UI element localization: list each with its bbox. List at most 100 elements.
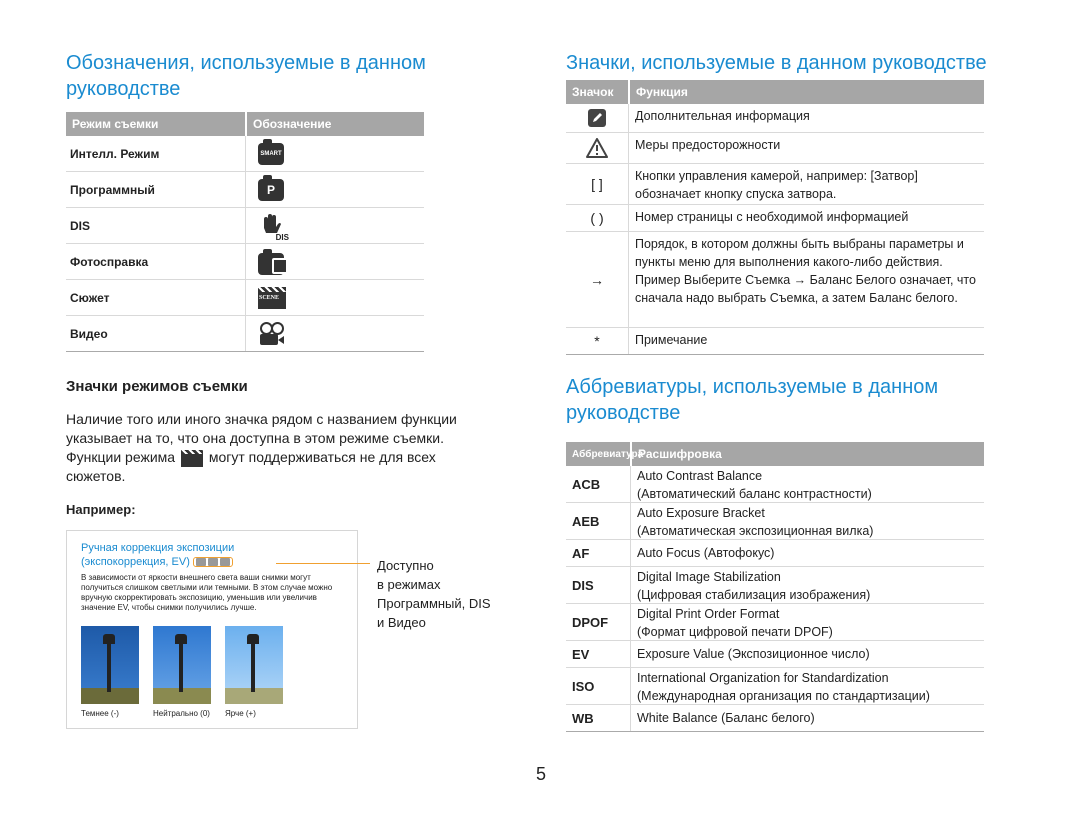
expansion-line: (Автоматический баланс контрастности) xyxy=(637,487,872,501)
column-header-mode: Режим съемки xyxy=(72,117,159,131)
shooting-mode-table: Режим съемки Обозначение Интелл. Режим S… xyxy=(66,112,424,352)
note-pencil-icon xyxy=(588,109,606,127)
table-row: DPOF Digital Print Order Format (Формат ц… xyxy=(566,604,984,641)
mode-label: Сюжет xyxy=(70,290,110,305)
expansion-line: Digital Print Order Format xyxy=(637,607,780,621)
abbreviation: EV xyxy=(572,646,590,662)
table-row: Сюжет SCENE xyxy=(66,280,424,316)
mode-label: DIS xyxy=(70,218,91,233)
expansion-line: Exposure Value (Экспозиционное число) xyxy=(637,647,870,661)
example-heading: (экспокоррекция, EV) xyxy=(81,556,190,568)
table-row: → Порядок, в котором должны быть выбраны… xyxy=(566,232,984,328)
section-subheading: Значки режимов съемки xyxy=(66,378,248,395)
function-text: Примечание xyxy=(628,328,984,354)
abbreviation: DIS xyxy=(572,577,594,593)
callout-text: Доступно в режимах Программный, DIS и Ви… xyxy=(377,556,491,632)
table-header: Аббревиатура Расшифровка xyxy=(566,442,984,466)
scene-mode-icon xyxy=(180,449,203,467)
table-row: ACB Auto Contrast Balance (Автоматический… xyxy=(566,466,984,503)
table-row: * Примечание xyxy=(566,328,984,355)
column-header-function: Функция xyxy=(628,80,984,104)
dis-mode-icon xyxy=(207,558,218,566)
table-row: DIS Digital Image Stabilization (Цифровая… xyxy=(566,567,984,604)
function-text: Номер страницы с необходимой информацией xyxy=(628,205,984,231)
photo-help-icon xyxy=(258,248,288,275)
bright-exposure-photo xyxy=(225,626,283,704)
mode-label: Программный xyxy=(70,182,155,197)
column-header-symbol: Обозначение xyxy=(245,112,424,136)
expansion-line: (Автоматическая экспозиционная вилка) xyxy=(637,524,874,538)
example-body: В зависимости от яркости внешнего света … xyxy=(81,573,333,612)
function-text: Меры предосторожности xyxy=(628,133,984,163)
abbreviation: DPOF xyxy=(572,614,609,630)
table-row: Фотосправка xyxy=(66,244,424,280)
function-text: Порядок, в котором должны быть выбраны п… xyxy=(628,232,984,327)
table-row: ( ) Номер страницы с необходимой информа… xyxy=(566,205,984,232)
expansion-line: (Международная организация по стандартиз… xyxy=(637,689,930,703)
table-row: Программный P xyxy=(66,172,424,208)
dark-exposure-photo xyxy=(81,626,139,704)
callout-line xyxy=(276,563,370,564)
example-label: Например: xyxy=(66,502,136,517)
expansion-line: (Формат цифровой печати DPOF) xyxy=(637,625,833,639)
table-row: EV Exposure Value (Экспозиционное число) xyxy=(566,641,984,668)
abbreviation: ISO xyxy=(572,678,595,694)
mode-label: Фотосправка xyxy=(70,254,149,269)
table-row: ISO International Organization for Stand… xyxy=(566,668,984,705)
column-header-expansion: Расшифровка xyxy=(630,442,984,466)
example-mode-icons xyxy=(192,557,233,567)
function-text: Кнопки управления камерой, например: [За… xyxy=(628,164,984,204)
photo-caption: Темнее (-) xyxy=(81,709,119,718)
abbreviation: WB xyxy=(572,710,594,726)
warning-triangle-icon xyxy=(586,138,608,158)
table-row: DIS DIS xyxy=(66,208,424,244)
page-number: 5 xyxy=(536,764,547,784)
scene-icon-text: SCENE xyxy=(259,294,280,301)
example-page-thumbnail: Ручная коррекция экспозиции (экспокоррек… xyxy=(66,530,358,729)
table-row: WB White Balance (Баланс белого) xyxy=(566,705,984,732)
expansion-line: Auto Contrast Balance xyxy=(637,469,763,483)
expansion-line: Auto Exposure Bracket xyxy=(637,506,765,520)
callout-line-2: в режимах xyxy=(377,577,441,592)
table-row: [ ] Кнопки управления камерой, например:… xyxy=(566,164,984,205)
expansion-line: (Цифровая стабилизация изображения) xyxy=(637,588,871,602)
table-header: Режим съемки Обозначение xyxy=(66,112,424,136)
abbreviation: AEB xyxy=(572,513,600,529)
table-row: AF Auto Focus (Автофокус) xyxy=(566,540,984,567)
abbreviation: AF xyxy=(572,545,590,561)
photo-caption: Нейтрально (0) xyxy=(153,709,210,718)
scene-mode-icon: SCENE xyxy=(258,286,286,309)
callout-line-1: Доступно xyxy=(377,558,434,573)
smart-mode-icon: SMART xyxy=(258,138,284,165)
movie-mode-icon xyxy=(219,558,230,566)
table-header: Значок Функция xyxy=(566,80,984,104)
callout-line-4: и Видео xyxy=(377,615,426,630)
abbreviation: ACB xyxy=(572,476,601,492)
dis-mode-icon: DIS xyxy=(258,213,290,242)
table-row: Меры предосторожности xyxy=(566,133,984,164)
expansion-line: White Balance (Баланс белого) xyxy=(637,711,815,725)
bracket-symbol: [ ] xyxy=(591,176,603,192)
dis-icon-text: DIS xyxy=(274,232,290,242)
icons-table: Значок Функция Дополнительная информация… xyxy=(566,80,984,355)
movie-mode-icon xyxy=(258,321,286,346)
asterisk-symbol: * xyxy=(594,333,600,349)
abbreviations-title: Аббревиатуры, используемые в данном руко… xyxy=(566,376,939,424)
neutral-exposure-photo xyxy=(153,626,211,704)
table-row: AEB Auto Exposure Bracket (Автоматическая… xyxy=(566,503,984,540)
mode-label: Интелл. Режим xyxy=(70,146,160,161)
right-page-title: Значки, используемые в данном руководств… xyxy=(566,52,987,74)
program-mode-icon xyxy=(195,558,206,566)
program-mode-icon: P xyxy=(258,174,284,201)
parenthesis-symbol: ( ) xyxy=(590,210,604,226)
expansion-line: Digital Image Stabilization xyxy=(637,570,781,584)
abbreviations-table: Аббревиатура Расшифровка ACB Auto Contra… xyxy=(566,442,984,732)
expansion-line: International Organization for Standardi… xyxy=(637,671,889,685)
column-header-abbreviation: Аббревиатура xyxy=(572,448,644,460)
photo-caption: Ярче (+) xyxy=(225,709,256,718)
example-heading: Ручная коррекция экспозиции xyxy=(81,542,235,554)
arrow-symbol: → xyxy=(590,271,604,288)
mode-label: Видео xyxy=(70,326,108,341)
expansion-line: Auto Focus (Автофокус) xyxy=(637,546,775,560)
table-row: Интелл. Режим SMART xyxy=(66,136,424,172)
